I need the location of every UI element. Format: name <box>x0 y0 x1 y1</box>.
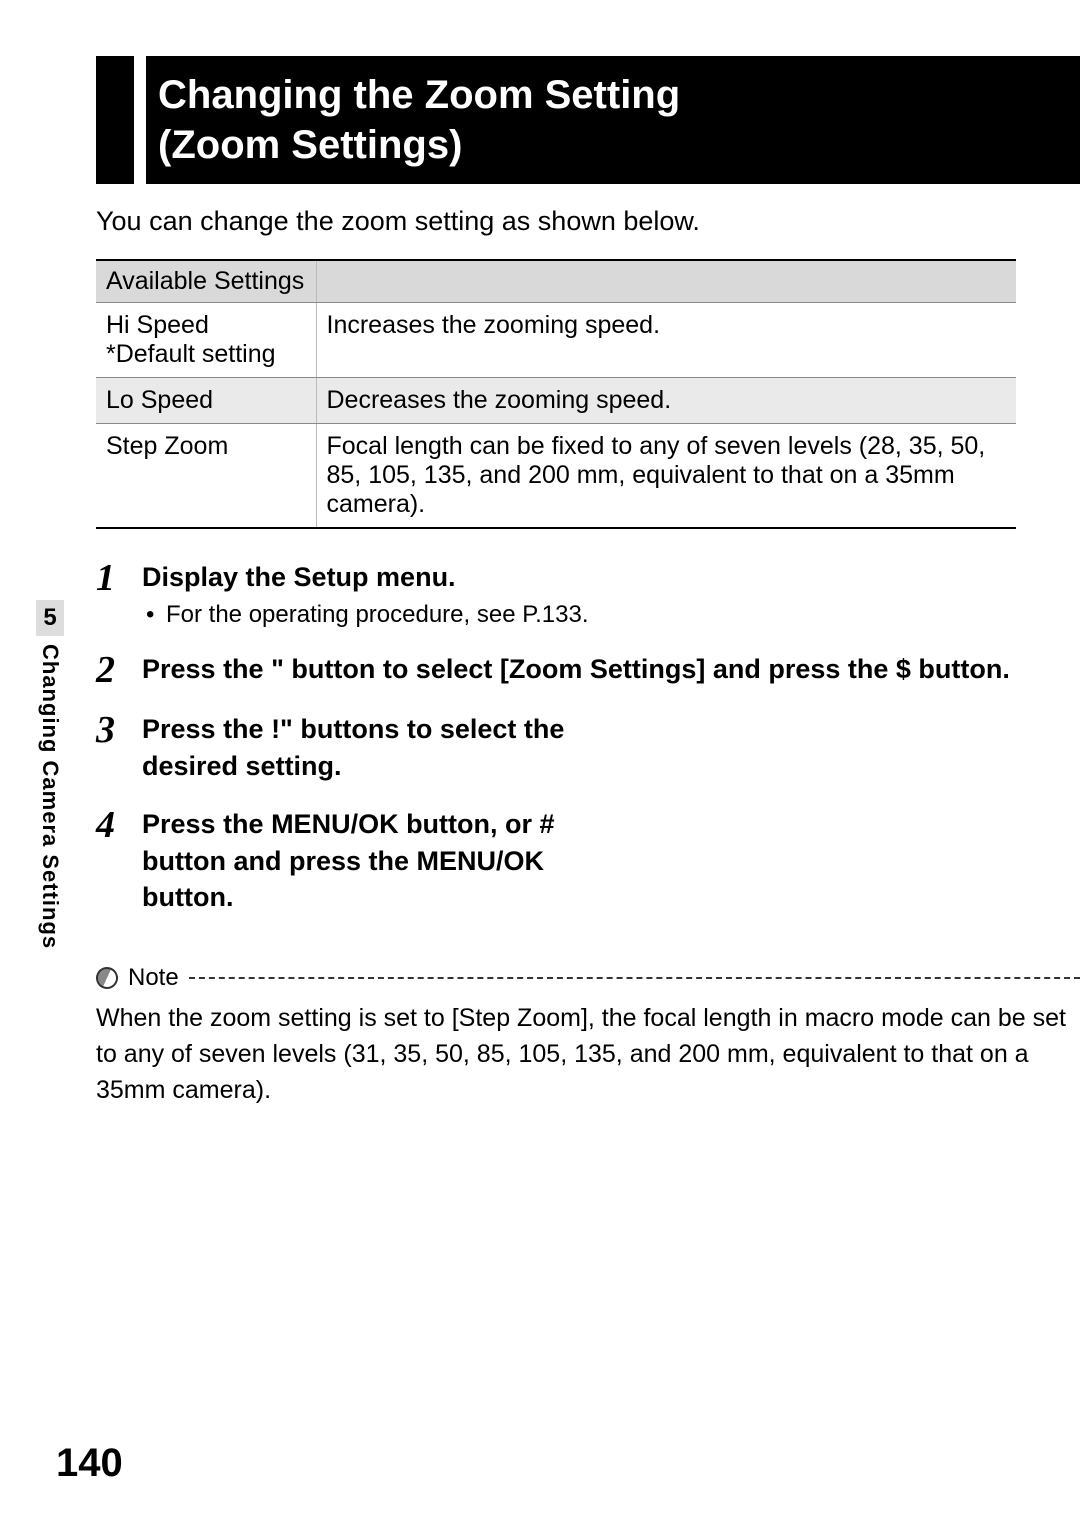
step-subtext: For the operating procedure, see P.133. <box>142 601 1080 629</box>
step-number: 3 <box>96 711 142 784</box>
page-number: 140 <box>56 1441 123 1486</box>
section-title-bar: Changing the Zoom Setting (Zoom Settings… <box>96 56 1080 184</box>
step-title: Press the MENU/OK button, or # button an… <box>142 806 572 915</box>
step-body: Press the MENU/OK button, or # button an… <box>142 806 1080 915</box>
table-row: Lo Speed Decreases the zooming speed. <box>96 378 1016 424</box>
step-title: Press the " button to select [Zoom Setti… <box>142 651 1080 687</box>
table-header-col2 <box>316 260 1016 303</box>
table-row: Step Zoom Focal length can be fixed to a… <box>96 424 1016 529</box>
step: 2 Press the " button to select [Zoom Set… <box>96 651 1080 689</box>
manual-page: Changing the Zoom Setting (Zoom Settings… <box>0 0 1080 1528</box>
note-header: Note <box>96 964 1080 992</box>
title-accent-band <box>96 56 134 184</box>
note-block: Note When the zoom setting is set to [St… <box>96 964 1080 1109</box>
note-label: Note <box>128 964 179 992</box>
setting-desc: Focal length can be fixed to any of seve… <box>316 424 1016 529</box>
step-title: Display the Setup menu. <box>142 559 1080 595</box>
step-body: Display the Setup menu. For the operatin… <box>142 559 1080 629</box>
setting-name: Lo Speed <box>96 378 316 424</box>
table-header-row: Available Settings <box>96 260 1016 303</box>
note-dashed-rule <box>189 977 1080 979</box>
step-body: Press the " button to select [Zoom Setti… <box>142 651 1080 689</box>
step-number: 2 <box>96 651 142 689</box>
chapter-label: Changing Camera Settings <box>37 644 63 949</box>
note-icon <box>93 964 121 992</box>
table-header-col1: Available Settings <box>96 260 316 303</box>
intro-text: You can change the zoom setting as shown… <box>96 206 1080 237</box>
step: 1 Display the Setup menu. For the operat… <box>96 559 1080 629</box>
setting-desc: Increases the zooming speed. <box>316 303 1016 378</box>
title-line1: Changing the Zoom Setting <box>158 73 680 117</box>
step: 3 Press the !" buttons to select the des… <box>96 711 1080 784</box>
setting-desc: Decreases the zooming speed. <box>316 378 1016 424</box>
steps-list: 1 Display the Setup menu. For the operat… <box>96 559 1080 916</box>
chapter-number: 5 <box>36 600 64 636</box>
setting-name: Hi Speed *Default setting <box>96 303 316 378</box>
sidebar-rail: 5 Changing Camera Settings <box>36 600 64 949</box>
step-title: Press the !" buttons to select the desir… <box>142 711 572 784</box>
step-body: Press the !" buttons to select the desir… <box>142 711 1080 784</box>
title-line2: (Zoom Settings) <box>158 123 462 167</box>
step-number: 1 <box>96 559 142 629</box>
setting-name: Step Zoom <box>96 424 316 529</box>
table-row: Hi Speed *Default setting Increases the … <box>96 303 1016 378</box>
note-text: When the zoom setting is set to [Step Zo… <box>96 1000 1080 1109</box>
settings-table: Available Settings Hi Speed *Default set… <box>96 259 1016 529</box>
step-number: 4 <box>96 806 142 915</box>
step: 4 Press the MENU/OK button, or # button … <box>96 806 1080 915</box>
section-title: Changing the Zoom Setting (Zoom Settings… <box>146 56 1080 184</box>
